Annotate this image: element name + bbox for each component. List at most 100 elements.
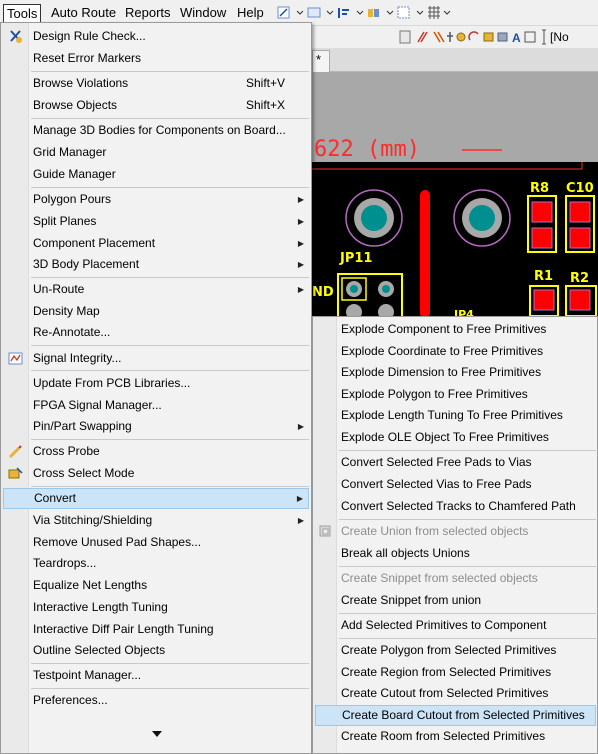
menu-item-re-annotate[interactable]: Re-Annotate... xyxy=(3,322,309,343)
menu-item-create-union: Create Union from selected objects xyxy=(315,521,596,542)
menu-item-un-route[interactable]: Un-Route ▶ xyxy=(3,279,309,300)
menu-item-testpoint-manager[interactable]: Testpoint Manager... xyxy=(3,665,309,686)
menu-item-convert-vias-to-pads[interactable]: Convert Selected Vias to Free Pads xyxy=(315,474,596,495)
menu-separator xyxy=(339,519,596,520)
cross-probe-icon xyxy=(8,445,22,459)
submenu-arrow-icon: ▶ xyxy=(297,195,304,204)
menu-separator xyxy=(31,663,309,664)
menu-item-guide-manager[interactable]: Guide Manager xyxy=(3,164,309,185)
menu-item-browse-violations[interactable]: Browse Violations Shift+V xyxy=(3,73,309,94)
menu-item-cross-select-mode[interactable]: Cross Select Mode xyxy=(3,463,309,484)
wiring-toolbar: A [No xyxy=(390,26,598,48)
menu-item-remove-unused-pad-shapes[interactable]: Remove Unused Pad Shapes... xyxy=(3,532,309,553)
menu-item-create-snippet-union[interactable]: Create Snippet from union xyxy=(315,590,596,611)
menu-item-density-map[interactable]: Density Map xyxy=(3,301,309,322)
menu-separator xyxy=(31,370,309,371)
menu-item-component-placement[interactable]: Component Placement ▶ xyxy=(3,233,309,254)
menu-separator xyxy=(31,277,309,278)
menu-item-preferences[interactable]: Preferences... xyxy=(3,690,309,711)
select-tool-icon[interactable] xyxy=(397,6,427,20)
convert-submenu: Explode Component to Free Primitives Exp… xyxy=(312,316,598,754)
distribute-tool-icon[interactable] xyxy=(367,6,397,20)
menu-item-create-region[interactable]: Create Region from Selected Primitives xyxy=(315,662,596,683)
menu-separator xyxy=(31,71,309,72)
menu-item-explode-dimension[interactable]: Explode Dimension to Free Primitives xyxy=(315,362,596,383)
menu-help[interactable]: Help xyxy=(234,4,267,23)
refdes-jp11: JP11 xyxy=(339,251,372,266)
menu-item-explode-component[interactable]: Explode Component to Free Primitives xyxy=(315,319,596,340)
menu-item-create-polygon[interactable]: Create Polygon from Selected Primitives xyxy=(315,640,596,661)
slot-pad xyxy=(420,190,430,318)
grid-tool-icon[interactable] xyxy=(427,6,453,20)
menu-item-interactive-length-tuning[interactable]: Interactive Length Tuning xyxy=(3,597,309,618)
menu-item-design-rule-check[interactable]: Design Rule Check... xyxy=(3,26,309,47)
line-tool-icon[interactable] xyxy=(277,6,307,20)
signal-integrity-icon xyxy=(8,352,23,365)
menu-item-create-cutout[interactable]: Create Cutout from Selected Primitives xyxy=(315,683,596,704)
menu-scroll-down-icon[interactable] xyxy=(151,729,163,739)
menu-tools[interactable]: Tools xyxy=(3,4,42,23)
submenu-arrow-icon: ▶ xyxy=(297,285,304,294)
align-tool-icon[interactable] xyxy=(337,6,367,20)
menu-item-convert[interactable]: Convert ▶ xyxy=(3,488,309,509)
menu-item-convert-tracks-to-chamfered[interactable]: Convert Selected Tracks to Chamfered Pat… xyxy=(315,496,596,517)
menu-item-polygon-pours[interactable]: Polygon Pours ▶ xyxy=(3,189,309,210)
menu-item-signal-integrity[interactable]: Signal Integrity... xyxy=(3,348,309,369)
menu-item-explode-length-tuning[interactable]: Explode Length Tuning To Free Primitives xyxy=(315,405,596,426)
menu-item-interactive-diff-pair-length-tuning[interactable]: Interactive Diff Pair Length Tuning xyxy=(3,619,309,640)
menu-item-explode-polygon[interactable]: Explode Polygon to Free Primitives xyxy=(315,384,596,405)
menu-separator xyxy=(31,118,309,119)
refdes-r8: R8 xyxy=(530,181,549,196)
design-rule-check-icon xyxy=(10,30,22,43)
menu-item-pin-part-swapping[interactable]: Pin/Part Swapping ▶ xyxy=(3,416,309,437)
menu-item-cross-probe[interactable]: Cross Probe xyxy=(3,441,309,462)
mounting-hole xyxy=(361,205,387,231)
svg-text:A: A xyxy=(512,31,521,45)
document-tab-bar: * xyxy=(312,48,598,72)
menu-item-3d-body-placement[interactable]: 3D Body Placement ▶ xyxy=(3,254,309,275)
menu-separator xyxy=(31,439,309,440)
toolbar-combo-text[interactable]: [No xyxy=(550,30,569,44)
submenu-arrow-icon: ▶ xyxy=(297,516,304,525)
menu-item-convert-pads-to-vias[interactable]: Convert Selected Free Pads to Vias xyxy=(315,452,596,473)
shortcut-browse-objects: Shift+X xyxy=(246,98,286,112)
menu-item-create-room[interactable]: Create Room from Selected Primitives xyxy=(315,726,596,747)
menu-item-reset-error-markers[interactable]: Reset Error Markers xyxy=(3,48,309,69)
silkscreen-nd: ND xyxy=(312,285,334,300)
menu-separator xyxy=(339,450,596,451)
menu-separator xyxy=(31,187,309,188)
menu-separator xyxy=(339,566,596,567)
menu-separator xyxy=(31,486,309,487)
wiring-toolbar-icons[interactable]: A [No xyxy=(390,26,598,48)
menu-item-break-all-unions[interactable]: Break all objects Unions xyxy=(315,543,596,564)
tools-menu: Design Rule Check... Reset Error Markers… xyxy=(0,22,312,754)
menu-window[interactable]: Window xyxy=(177,4,229,23)
document-tab-modified-marker: * xyxy=(316,52,322,67)
menu-separator xyxy=(31,688,309,689)
menu-item-manage-3d-bodies[interactable]: Manage 3D Bodies for Components on Board… xyxy=(3,120,309,141)
menu-item-browse-objects[interactable]: Browse Objects Shift+X xyxy=(3,95,309,116)
menu-item-outline-selected-objects[interactable]: Outline Selected Objects xyxy=(3,640,309,661)
menu-auto-route[interactable]: Auto Route xyxy=(48,4,119,23)
menu-item-fpga-signal-manager[interactable]: FPGA Signal Manager... xyxy=(3,395,309,416)
menu-item-equalize-net-lengths[interactable]: Equalize Net Lengths xyxy=(3,575,309,596)
menu-item-explode-ole-object[interactable]: Explode OLE Object To Free Primitives xyxy=(315,427,596,448)
menu-separator xyxy=(339,613,596,614)
menu-item-add-primitives-to-component[interactable]: Add Selected Primitives to Component xyxy=(315,615,596,636)
menu-item-create-board-cutout[interactable]: Create Board Cutout from Selected Primit… xyxy=(315,705,596,726)
menu-item-grid-manager[interactable]: Grid Manager xyxy=(3,142,309,163)
mounting-hole xyxy=(469,205,495,231)
menu-item-split-planes[interactable]: Split Planes ▶ xyxy=(3,211,309,232)
menu-separator xyxy=(339,638,596,639)
menu-item-explode-coordinate[interactable]: Explode Coordinate to Free Primitives xyxy=(315,341,596,362)
menu-separator xyxy=(31,345,309,346)
menu-item-update-from-pcb-libraries[interactable]: Update From PCB Libraries... xyxy=(3,373,309,394)
menu-reports[interactable]: Reports xyxy=(122,4,174,23)
submenu-arrow-icon: ▶ xyxy=(297,217,304,226)
menu-item-teardrops[interactable]: Teardrops... xyxy=(3,553,309,574)
refdes-c10: C10 xyxy=(566,181,594,196)
menu-item-via-stitching-shielding[interactable]: Via Stitching/Shielding ▶ xyxy=(3,510,309,531)
submenu-arrow-icon: ▶ xyxy=(297,260,304,269)
place-tool-icon[interactable] xyxy=(307,6,337,20)
submenu-arrow-icon: ▶ xyxy=(297,239,304,248)
